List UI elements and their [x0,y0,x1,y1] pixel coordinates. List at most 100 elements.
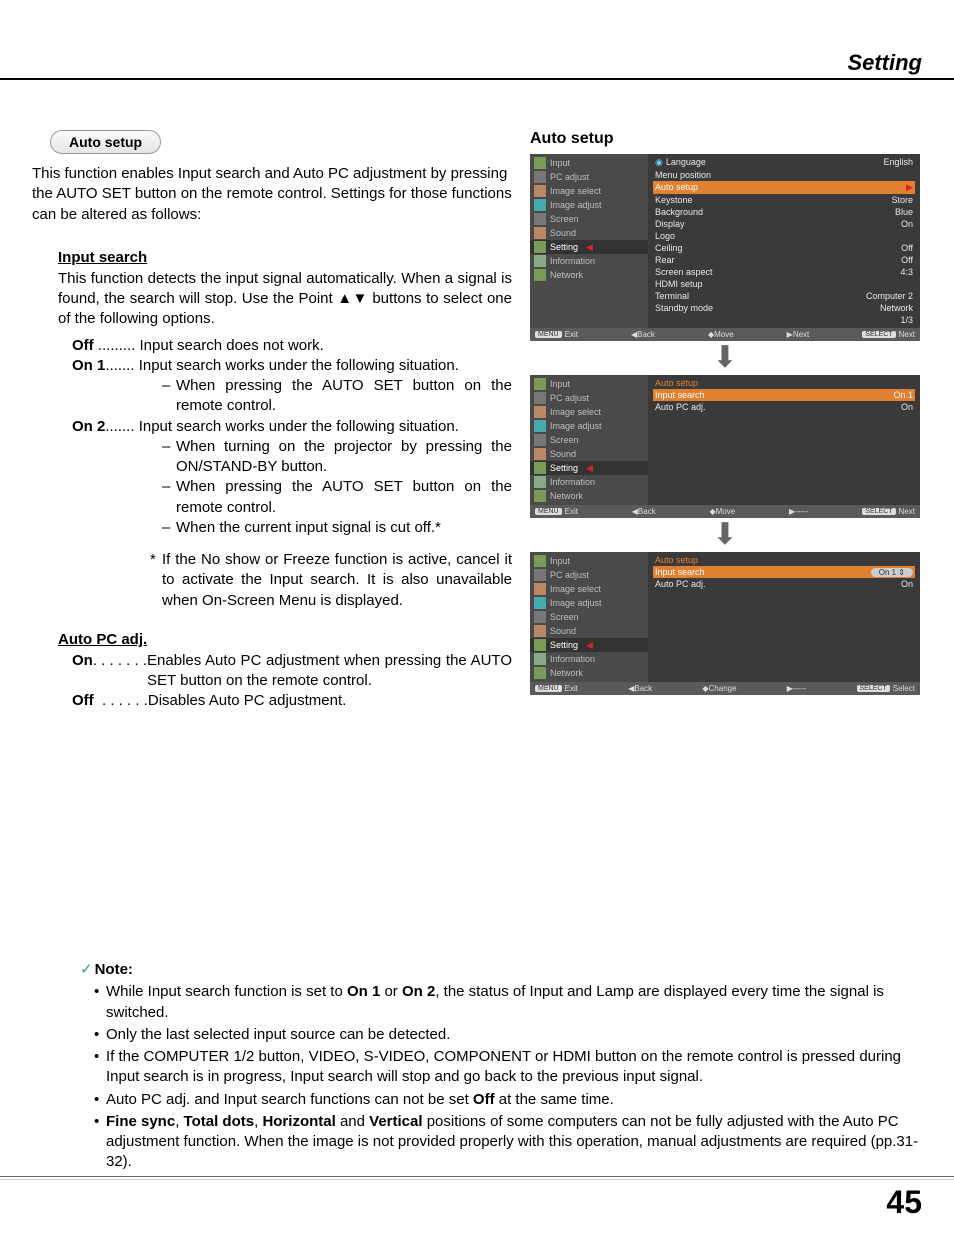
menu-icon [534,199,546,211]
on1-dash-1-text: When pressing the AUTO SET button on the… [176,376,512,417]
foot-select: SELECTNext [862,330,915,339]
on2-dash-2: – When pressing the AUTO SET button on t… [162,477,512,518]
dots: ....... [105,417,138,437]
osd-title: Auto setup [530,130,920,148]
note-5-text: Fine sync, Total dots, Horizontal and Ve… [106,1112,922,1173]
foot-back: ◀Back [632,507,656,516]
right-column: Auto setup Input PC adjust Image select Ima… [530,130,920,712]
bullet-icon: • [94,1090,106,1110]
osd-side-item: Network [530,268,648,282]
osd-row: Auto setup▶ [653,181,915,194]
osd-side-label: Information [550,654,595,664]
osd-side-item: Image adjust [530,419,648,433]
arrow-down-icon: ⬇ [530,520,920,550]
osd-row: Input searchOn 1 ⇕ [653,566,915,578]
menu-icon [534,269,546,281]
on2-dash-3: – When the current input signal is cut o… [162,518,512,538]
foot-move: ◆Move [710,507,736,516]
osd-side-item: PC adjust [530,391,648,405]
menu-key-icon: MENU [535,685,562,692]
foot-select: SELECTSelect [857,684,915,693]
footer-rule-2 [0,1179,954,1180]
bullet-icon: • [94,982,106,1023]
note-4-text: Auto PC adj. and Input search functions … [106,1090,922,1110]
note-header-text: Note: [95,961,133,978]
menu-icon [534,185,546,197]
bullet-icon: • [94,1047,106,1088]
osd-main-panel: Auto setupInput searchOn 1Auto PC adj.On [648,375,920,505]
on2-dash-1-text: When turning on the projector by pressin… [176,437,512,478]
page-header-title: Setting [847,50,922,76]
osd-side-label: Sound [550,228,576,238]
osd-side-item: Sound [530,447,648,461]
osd-row: Auto PC adj.On [653,578,915,590]
dash-icon: – [162,376,176,417]
osd-side-item: Screen [530,433,648,447]
osd-side-label: Image select [550,186,601,196]
osd-side-label: Image adjust [550,421,602,431]
osd-side-label: Information [550,477,595,487]
bullet-icon: • [94,1025,106,1045]
menu-icon [534,434,546,446]
osd-side-label: Network [550,491,583,501]
osd-row: Screen aspect4:3 [653,266,915,278]
foot-select: SELECTNext [862,507,915,516]
osd-side-label: Setting [550,242,578,252]
option-off-label: Off [72,336,94,356]
spinner-value: On 1 ⇕ [871,568,913,577]
option-on2-label: On 2 [72,417,105,437]
osd-row: Auto PC adj.On [653,401,915,413]
osd-screenshot: InputPC adjustImage selectImage adjustSc… [530,375,920,518]
osd-side-item: Input [530,156,648,170]
select-key-icon: SELECT [862,331,895,338]
menu-icon [534,583,546,595]
osd-side-label: PC adjust [550,172,589,182]
on2-dash-3-text: When the current input signal is cut off… [176,518,512,538]
osd-side-item: Screen [530,610,648,624]
osd-side-item: Setting ◀ [530,240,648,254]
osd-row: Standby modeNetwork [653,302,915,314]
section-pill-auto-setup: Auto setup [50,130,161,154]
osd-row: BackgroundBlue [653,206,915,218]
autopc-off-label: Off [72,691,94,711]
osd-screenshot: Input PC adjust Image select Image adjust Sc… [530,154,920,341]
check-icon: ✓ [80,961,93,978]
menu-icon [534,392,546,404]
menu-icon [534,653,546,665]
osd-side-label: Image adjust [550,200,602,210]
osd-footer: MENUExit◀Back◆Change▶-----SELECTSelect [530,682,920,695]
osd-side-label: Input [550,379,570,389]
note-1: • While Input search function is set to … [94,982,922,1023]
osd-side-item: PC adjust [530,170,648,184]
menu-icon [534,462,546,474]
triangle-left-icon: ◀ [586,640,593,651]
menu-icon [534,611,546,623]
osd-row: KeystoneStore [653,194,915,206]
select-key-icon: SELECT [862,508,895,515]
osd-row: 1/3 [653,314,915,326]
heading-auto-pc: Auto PC adj. [58,631,512,648]
left-column: Auto setup This function enables Input s… [32,130,512,712]
menu-icon [534,227,546,239]
osd-side-label: Network [550,668,583,678]
foot-next: ▶----- [789,507,808,516]
osd-row: RearOff [653,254,915,266]
header-rule [0,78,954,80]
asterisk-icon: * [150,550,162,611]
osd-side-item: Image adjust [530,596,648,610]
osd-side-item: PC adjust [530,568,648,582]
autopc-off: Off . . . . . . Disables Auto PC adjustm… [72,691,512,711]
osd-side-label: PC adjust [550,570,589,580]
osd-sidebar: InputPC adjustImage selectImage adjustSc… [530,154,648,328]
on2-dash-2-text: When pressing the AUTO SET button on the… [176,477,512,518]
menu-icon [534,213,546,225]
triangle-left-icon: ◀ [586,242,593,253]
osd-row: CeilingOff [653,242,915,254]
arrow-down-icon: ⬇ [530,343,920,373]
osd-main-panel: Auto setupInput searchOn 1 ⇕Auto PC adj.… [648,552,920,682]
option-on2: On 2 ....... Input search works under th… [72,417,512,437]
select-key-icon: SELECT [857,685,890,692]
osd-side-item: Network [530,489,648,503]
foot-move: ◆Move [708,330,734,339]
option-off: Off ......... Input search does not work… [72,336,512,356]
